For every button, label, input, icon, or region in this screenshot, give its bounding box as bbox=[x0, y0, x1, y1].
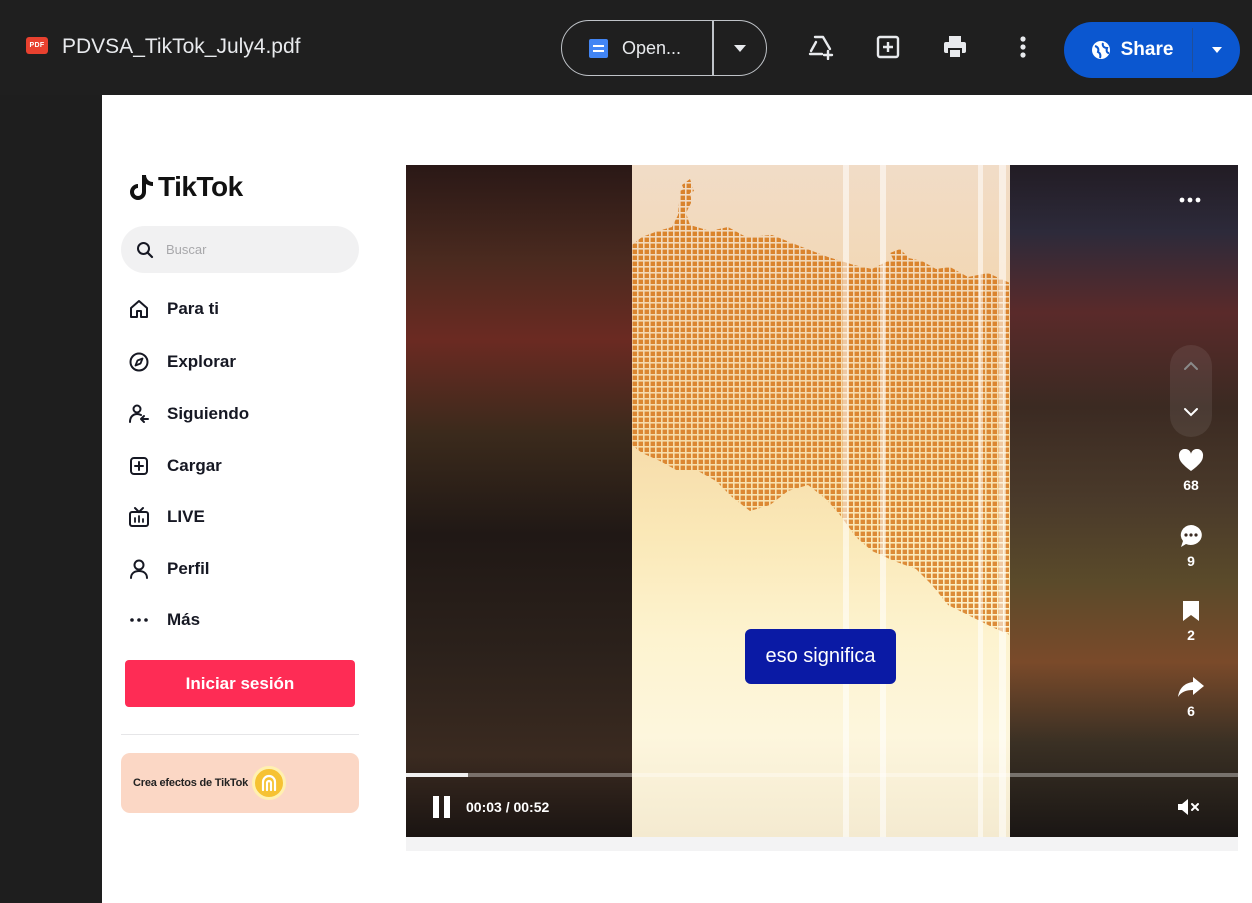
chevron-up-icon bbox=[1184, 361, 1198, 370]
next-video-button[interactable] bbox=[1180, 401, 1202, 423]
effects-promo-banner[interactable]: Crea efectos de TikTok bbox=[121, 753, 359, 813]
comment-action[interactable]: 9 bbox=[1176, 523, 1206, 569]
tiktok-wordmark: TikTok bbox=[158, 171, 243, 202]
like-count: 68 bbox=[1183, 477, 1199, 493]
share-group: Share bbox=[1064, 22, 1240, 78]
more-horizontal-icon bbox=[1179, 197, 1201, 203]
save-count: 2 bbox=[1187, 627, 1195, 643]
open-with-dropdown[interactable] bbox=[714, 21, 767, 75]
nav-item-cargar[interactable]: Cargar bbox=[128, 448, 222, 484]
nav-label: Explorar bbox=[167, 352, 236, 371]
print-icon bbox=[944, 36, 966, 59]
upload-icon bbox=[128, 455, 150, 477]
video-blur-left bbox=[406, 165, 632, 837]
tiktok-logo[interactable]: TikTok bbox=[129, 171, 243, 203]
chevron-down-icon bbox=[1211, 47, 1222, 53]
like-action[interactable]: 68 bbox=[1176, 449, 1206, 493]
add-comment-icon bbox=[876, 35, 900, 59]
light-pillar bbox=[978, 165, 983, 837]
nav-label: Más bbox=[167, 610, 201, 629]
nav-label: LIVE bbox=[167, 507, 205, 526]
share-label: Share bbox=[1120, 39, 1174, 60]
following-icon bbox=[128, 403, 150, 425]
comment-icon bbox=[1180, 525, 1202, 547]
nav-item-explorar[interactable]: Explorar bbox=[128, 344, 236, 380]
venezuela-map-graphic bbox=[632, 179, 1010, 635]
mute-button[interactable] bbox=[1176, 795, 1202, 819]
search-box[interactable] bbox=[121, 226, 359, 273]
share-button[interactable]: Share bbox=[1064, 22, 1192, 78]
more-icon bbox=[128, 609, 150, 631]
profile-icon bbox=[128, 558, 150, 580]
nav-item-perfil[interactable]: Perfil bbox=[128, 551, 210, 587]
previous-video-button[interactable] bbox=[1180, 355, 1202, 377]
nav-item-live[interactable]: LIVE bbox=[128, 499, 205, 535]
nav-label: Siguiendo bbox=[167, 404, 250, 423]
add-comment-button[interactable] bbox=[873, 32, 903, 62]
pdf-file-icon: PDF bbox=[26, 37, 48, 54]
search-input[interactable] bbox=[166, 242, 336, 257]
nav-label: Para ti bbox=[167, 299, 219, 318]
more-options-button[interactable] bbox=[1008, 32, 1038, 62]
login-button[interactable]: Iniciar sesión bbox=[125, 660, 355, 707]
pdf-viewer-toolbar: PDF PDVSA_TikTok_July4.pdf Open... Share bbox=[0, 0, 1252, 95]
search-icon bbox=[137, 241, 154, 258]
video-blur-right bbox=[1010, 165, 1238, 837]
light-pillar bbox=[843, 165, 849, 837]
share-count: 6 bbox=[1187, 703, 1195, 719]
nav-item-mas[interactable]: Más bbox=[128, 602, 200, 638]
share-dropdown[interactable] bbox=[1193, 22, 1240, 78]
volume-muted-icon bbox=[1178, 799, 1199, 815]
heart-icon bbox=[1178, 449, 1204, 471]
share-action[interactable]: 6 bbox=[1176, 675, 1206, 719]
nav-item-siguiendo[interactable]: Siguiendo bbox=[128, 396, 249, 432]
globe-icon bbox=[1091, 41, 1110, 59]
nav-label: Perfil bbox=[167, 559, 210, 578]
open-with-label: Open... bbox=[622, 37, 682, 58]
effect-house-icon bbox=[252, 766, 287, 800]
nav-label: Cargar bbox=[167, 456, 222, 475]
google-docs-icon bbox=[589, 38, 608, 58]
video-caption: eso significa bbox=[745, 629, 896, 684]
chevron-down-icon bbox=[1184, 408, 1198, 417]
video-controls: 00:03 / 00:52 bbox=[406, 777, 1238, 837]
bookmark-icon bbox=[1183, 601, 1199, 621]
tiktok-note-icon bbox=[130, 175, 153, 200]
open-with-group: Open... bbox=[561, 20, 767, 76]
save-action[interactable]: 2 bbox=[1176, 599, 1206, 643]
file-name: PDVSA_TikTok_July4.pdf bbox=[62, 35, 301, 58]
nav-item-para-ti[interactable]: Para ti bbox=[128, 291, 219, 327]
sidebar-divider bbox=[121, 734, 359, 735]
video-more-button[interactable] bbox=[1178, 187, 1202, 210]
video-bottom-strip bbox=[406, 837, 1238, 851]
add-to-drive-button[interactable] bbox=[805, 32, 835, 62]
home-icon bbox=[128, 298, 150, 320]
video-player[interactable]: eso significa 68 9 2 6 00:03 / 00:52 bbox=[406, 165, 1238, 837]
playback-time: 00:03 / 00:52 bbox=[466, 799, 550, 815]
add-to-drive-icon bbox=[808, 35, 834, 60]
open-with-button[interactable]: Open... bbox=[562, 21, 712, 75]
comment-count: 9 bbox=[1187, 553, 1195, 569]
pdf-page: TikTok Para ti Explorar Siguiendo Cargar bbox=[102, 95, 1252, 903]
compass-icon bbox=[128, 351, 150, 373]
print-button[interactable] bbox=[940, 32, 970, 62]
more-vert-icon bbox=[1020, 36, 1026, 58]
chevron-down-icon bbox=[733, 44, 746, 52]
promo-text: Crea efectos de TikTok bbox=[133, 777, 249, 789]
light-pillar bbox=[880, 165, 886, 837]
live-icon bbox=[128, 506, 150, 528]
share-arrow-icon bbox=[1178, 677, 1204, 697]
light-pillar bbox=[999, 165, 1006, 837]
pause-button[interactable] bbox=[433, 796, 451, 818]
